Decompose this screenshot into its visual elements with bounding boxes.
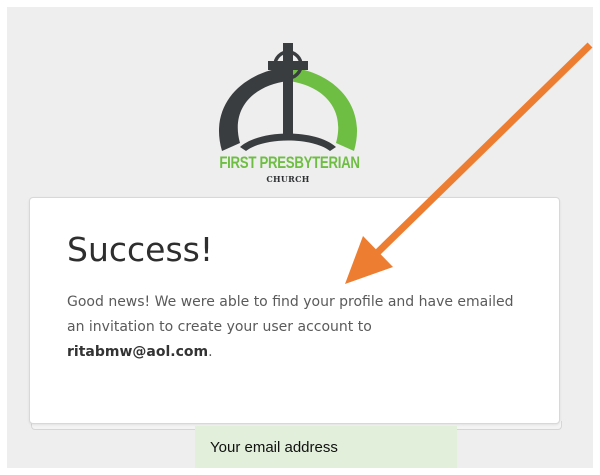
success-card: Success! Good news! We were able to find… bbox=[29, 197, 560, 424]
page-background: FIRST PRESBYTERIAN CHURCH Success! Good … bbox=[7, 7, 593, 468]
user-email: ritabmw@aol.com bbox=[67, 344, 209, 360]
church-logo: FIRST PRESBYTERIAN CHURCH bbox=[200, 33, 376, 195]
logo-subtitle: CHURCH bbox=[266, 174, 310, 184]
message-end: . bbox=[208, 344, 213, 360]
callout-label: Your email address bbox=[210, 439, 338, 456]
success-heading: Success! bbox=[67, 230, 214, 269]
logo-title: FIRST PRESBYTERIAN bbox=[219, 153, 360, 172]
email-callout-box: Your email address bbox=[195, 426, 457, 468]
success-message: Good news! We were able to find your pro… bbox=[67, 290, 517, 365]
message-text: Good news! We were able to find your pro… bbox=[67, 294, 514, 335]
